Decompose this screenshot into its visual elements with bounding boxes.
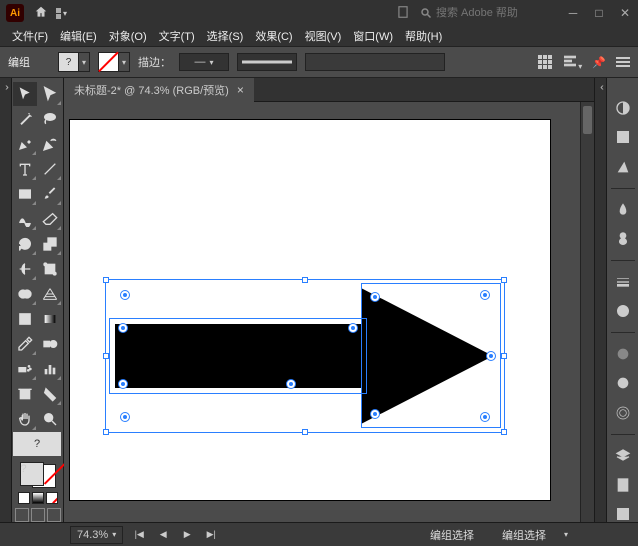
menu-effect[interactable]: 效果(C) — [251, 28, 296, 44]
gradient-tool[interactable] — [38, 307, 62, 331]
control-bar: 编组 ? ▾ ▾ 描边： —▾ ▾ 📌 — [0, 46, 638, 78]
fill-color-swatch[interactable]: ? — [20, 462, 44, 486]
appearance-panel-icon[interactable] — [613, 375, 633, 391]
right-panel — [606, 78, 638, 522]
fill-swatch[interactable]: ? ▾ — [58, 52, 90, 72]
paintbrush-tool[interactable] — [38, 182, 62, 206]
app-logo: Ai — [6, 4, 24, 22]
color-panel-icon[interactable] — [613, 100, 633, 116]
vertical-scrollbar[interactable] — [580, 102, 594, 522]
zoom-tool[interactable] — [38, 407, 62, 431]
pen-tool[interactable] — [13, 132, 37, 156]
maximize-button[interactable]: □ — [592, 6, 606, 20]
slice-tool[interactable] — [38, 382, 62, 406]
rotate-tool[interactable] — [13, 232, 37, 256]
align-grid-icon[interactable] — [538, 55, 552, 69]
column-graph-tool[interactable] — [38, 357, 62, 381]
left-collapse-strip[interactable]: ›› — [0, 78, 12, 522]
asset-export-panel-icon[interactable] — [613, 477, 633, 493]
eyedropper-tool[interactable] — [13, 332, 37, 356]
stroke-label: 描边： — [138, 54, 171, 70]
selection-mode-label: 编组 — [8, 54, 30, 70]
nav-next-icon[interactable]: ▶ — [179, 527, 195, 543]
search-box[interactable] — [420, 7, 546, 19]
align-options-icon[interactable]: ▾ — [562, 53, 582, 72]
status-bar: 74.3%▾ |◀ ◀ ▶ ▶| 编组选择 编组选择 ▾ — [0, 522, 638, 546]
stroke-style-select[interactable] — [237, 53, 297, 71]
none-mode-icon[interactable] — [46, 492, 58, 504]
scale-tool[interactable] — [38, 232, 62, 256]
arrange-documents-icon[interactable]: ▾ — [56, 8, 67, 19]
draw-behind-icon[interactable] — [31, 508, 45, 522]
search-input[interactable] — [436, 7, 546, 19]
gradient-mode-icon[interactable] — [32, 492, 44, 504]
document-tab-title: 未标题-2* @ 74.3% (RGB/预览) — [74, 82, 229, 98]
graphic-styles-panel-icon[interactable] — [613, 404, 633, 420]
color-mode-icon[interactable] — [18, 492, 30, 504]
lasso-tool[interactable] — [38, 107, 62, 131]
draw-normal-icon[interactable] — [15, 508, 29, 522]
magic-wand-tool[interactable] — [13, 107, 37, 131]
opacity-box[interactable] — [305, 53, 445, 71]
bounding-box-outer[interactable] — [105, 279, 505, 433]
eraser-tool[interactable] — [38, 207, 62, 231]
width-tool[interactable] — [13, 257, 37, 281]
zoom-level[interactable]: 74.3%▾ — [70, 526, 123, 544]
menu-view[interactable]: 视图(V) — [301, 28, 346, 44]
rectangle-tool[interactable] — [13, 182, 37, 206]
minimize-button[interactable]: ─ — [566, 6, 580, 20]
nav-first-icon[interactable]: |◀ — [131, 527, 147, 543]
selection-tool[interactable] — [13, 82, 37, 106]
perspective-grid-tool[interactable] — [38, 282, 62, 306]
document-icon[interactable] — [396, 5, 410, 22]
nav-prev-icon[interactable]: ◀ — [155, 527, 171, 543]
document-tab[interactable]: 未标题-2* @ 74.3% (RGB/预览) × — [64, 78, 254, 102]
shape-builder-tool[interactable] — [13, 282, 37, 306]
artboards-panel-icon[interactable] — [613, 506, 633, 522]
layers-panel-icon[interactable] — [613, 447, 633, 463]
panel-menu-icon[interactable] — [616, 57, 630, 67]
stroke-swatch[interactable]: ▾ — [98, 52, 130, 72]
blend-tool[interactable] — [38, 332, 62, 356]
line-tool[interactable] — [38, 157, 62, 181]
selection-status: 编组选择 — [420, 527, 484, 543]
direct-selection-tool[interactable] — [38, 82, 62, 106]
menu-edit[interactable]: 编辑(E) — [56, 28, 101, 44]
menu-bar: 文件(F) 编辑(E) 对象(O) 文字(T) 选择(S) 效果(C) 视图(V… — [0, 26, 638, 46]
hand-tool[interactable] — [13, 407, 37, 431]
mesh-tool[interactable] — [13, 307, 37, 331]
pin-icon[interactable]: 📌 — [592, 56, 606, 69]
menu-help[interactable]: 帮助(H) — [401, 28, 446, 44]
close-button[interactable]: ✕ — [618, 6, 632, 20]
transparency-panel-icon[interactable] — [613, 346, 633, 362]
stroke-weight-select[interactable]: —▾ — [179, 53, 229, 71]
swatches-panel-icon[interactable] — [613, 129, 633, 145]
color-guide-panel-icon[interactable] — [613, 158, 633, 174]
nav-last-icon[interactable]: ▶| — [203, 527, 219, 543]
menu-object[interactable]: 对象(O) — [105, 28, 151, 44]
type-tool[interactable] — [13, 157, 37, 181]
menu-window[interactable]: 窗口(W) — [349, 28, 397, 44]
right-collapse-strip[interactable]: ‹‹ — [594, 78, 606, 522]
menu-type[interactable]: 文字(T) — [155, 28, 199, 44]
symbol-sprayer-tool[interactable] — [13, 357, 37, 381]
toolbar: ? ? — [12, 78, 64, 522]
menu-select[interactable]: 选择(S) — [203, 28, 248, 44]
brushes-panel-icon[interactable] — [613, 201, 633, 217]
stroke-panel-icon[interactable] — [613, 274, 633, 290]
tab-close-icon[interactable]: × — [237, 83, 244, 97]
free-transform-tool[interactable] — [38, 257, 62, 281]
gradient-panel-icon[interactable] — [613, 303, 633, 319]
tool-status: 编组选择 — [492, 527, 556, 543]
fill-stroke-swatches[interactable]: ? — [20, 462, 56, 488]
unknown-tool[interactable]: ? — [13, 432, 61, 456]
home-icon[interactable] — [34, 5, 48, 22]
artboard-tool[interactable] — [13, 382, 37, 406]
symbols-panel-icon[interactable] — [613, 231, 633, 247]
shaper-tool[interactable] — [13, 207, 37, 231]
draw-inside-icon[interactable] — [47, 508, 61, 522]
menu-file[interactable]: 文件(F) — [8, 28, 52, 44]
curvature-tool[interactable] — [38, 132, 62, 156]
